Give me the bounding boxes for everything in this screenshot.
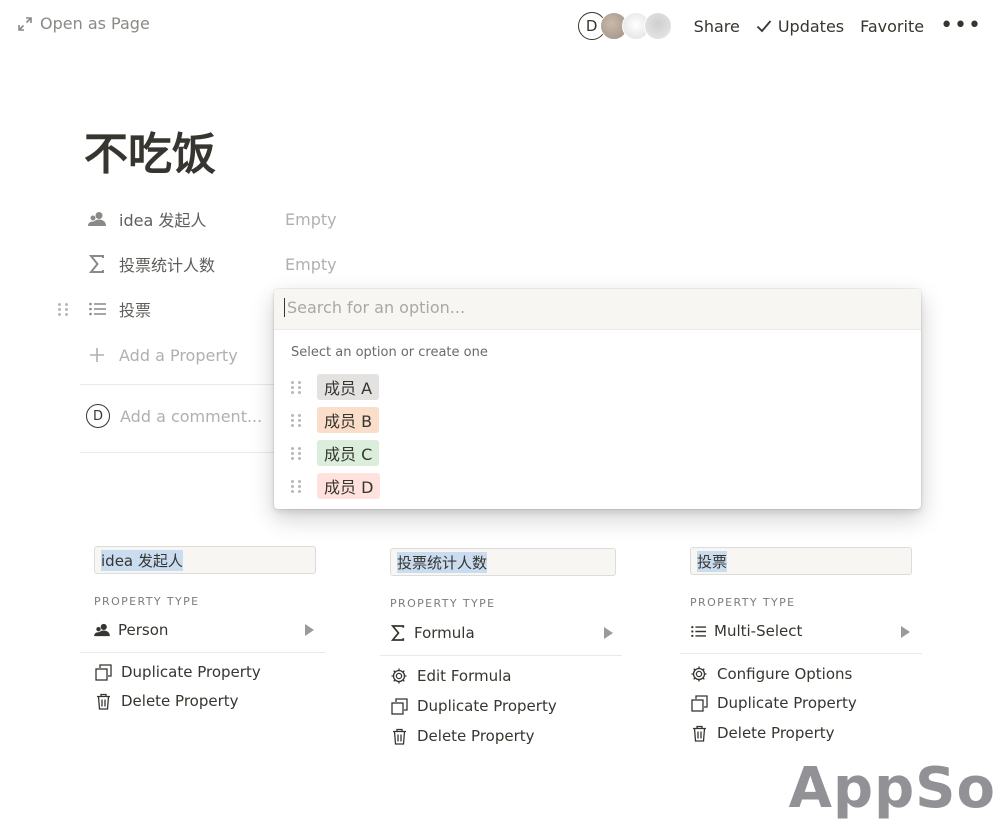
duplicate-icon <box>390 697 408 715</box>
check-icon <box>756 19 772 33</box>
divider <box>380 655 622 656</box>
drag-handle-icon[interactable] <box>291 478 301 494</box>
drag-handle-icon[interactable] <box>291 412 301 428</box>
property-type-select[interactable]: Multi-Select <box>690 622 802 640</box>
avatar[interactable] <box>643 12 672 40</box>
drag-handle-icon[interactable] <box>58 301 68 317</box>
watermark-logo: AppSo <box>788 756 996 821</box>
divider <box>680 653 922 654</box>
option-tag[interactable]: 成员 D <box>317 473 381 499</box>
duplicate-property-button[interactable]: Duplicate Property <box>690 694 857 712</box>
option-tag[interactable]: 成员 A <box>317 374 380 400</box>
topbar-actions: D Share Updates Favorite ••• <box>577 12 982 40</box>
sigma-icon <box>390 625 406 641</box>
comment-input[interactable]: Add a comment... <box>120 407 262 426</box>
property-type-label: PROPERTY TYPE <box>390 597 496 610</box>
plus-icon <box>88 346 106 364</box>
divider <box>80 452 280 453</box>
avatar: D <box>86 404 110 428</box>
option-search-field[interactable]: Search for an option... <box>274 289 921 330</box>
dropdown-hint: Select an option or create one <box>291 345 488 360</box>
property-editor-formula: 投票统计人数 <box>390 548 616 576</box>
drag-handle-icon[interactable] <box>291 379 301 395</box>
divider <box>80 652 325 653</box>
property-editor-multi-select: 投票 <box>690 547 912 575</box>
property-row-vote[interactable]: 投票 <box>88 294 285 324</box>
property-row-idea-initiator[interactable]: idea 发起人 Empty <box>88 204 337 234</box>
property-name-input[interactable]: 投票统计人数 <box>390 548 616 576</box>
property-type-value: Person <box>118 621 169 639</box>
property-row-vote-count[interactable]: 投票统计人数 Empty <box>88 249 337 279</box>
chevron-right-icon[interactable] <box>901 626 910 638</box>
property-type-select[interactable]: Formula <box>390 624 475 642</box>
property-type-select[interactable]: Person <box>94 621 168 639</box>
property-name-input[interactable]: 投票 <box>690 547 912 575</box>
chevron-right-icon[interactable] <box>305 624 314 636</box>
delete-property-button[interactable]: Delete Property <box>690 724 835 742</box>
option-tag[interactable]: 成员 C <box>317 440 380 466</box>
trash-icon <box>690 724 708 742</box>
trash-icon <box>94 692 112 710</box>
property-name-input[interactable]: idea 发起人 <box>94 546 316 574</box>
option-tag[interactable]: 成员 B <box>317 407 380 433</box>
share-button[interactable]: Share <box>694 17 740 36</box>
property-editor-person: idea 发起人 <box>94 546 316 574</box>
property-type-label: PROPERTY TYPE <box>690 596 796 609</box>
open-as-page-label: Open as Page <box>40 14 150 33</box>
gear-icon <box>390 667 408 685</box>
duplicate-icon <box>690 694 708 712</box>
property-name[interactable]: 投票 <box>119 297 285 321</box>
favorite-button[interactable]: Favorite <box>860 17 924 36</box>
add-property-label: Add a Property <box>119 345 238 365</box>
chevron-right-icon[interactable] <box>604 627 613 639</box>
property-type-value: Formula <box>414 624 475 642</box>
page-title[interactable]: 不吃饭 <box>84 118 216 182</box>
delete-property-button[interactable]: Delete Property <box>94 692 239 710</box>
expand-icon <box>18 16 32 31</box>
drag-handle-icon[interactable] <box>291 445 301 461</box>
option-dropdown: Search for an option... Select an option… <box>274 289 921 509</box>
duplicate-icon <box>94 663 112 681</box>
person-icon <box>94 622 110 638</box>
add-property-button[interactable]: Add a Property <box>88 340 238 370</box>
property-name[interactable]: 投票统计人数 <box>119 252 285 276</box>
list-icon <box>88 300 106 318</box>
property-type-label: PROPERTY TYPE <box>94 595 200 608</box>
duplicate-property-button[interactable]: Duplicate Property <box>94 663 261 681</box>
sigma-icon <box>88 255 106 273</box>
collaborator-avatars[interactable]: D <box>577 12 672 40</box>
more-options-icon[interactable]: ••• <box>940 15 982 37</box>
gear-icon <box>690 665 708 683</box>
option-search-input[interactable]: Search for an option... <box>284 298 465 317</box>
list-icon <box>690 623 706 639</box>
updates-label: Updates <box>777 16 845 36</box>
open-as-page-button[interactable]: Open as Page <box>18 14 150 33</box>
edit-formula-button[interactable]: Edit Formula <box>390 667 511 685</box>
property-value[interactable]: Empty <box>285 210 337 229</box>
divider <box>80 384 280 385</box>
option-item[interactable]: 成员 C <box>291 440 380 466</box>
trash-icon <box>390 727 408 745</box>
option-item[interactable]: 成员 D <box>291 473 381 499</box>
option-item[interactable]: 成员 A <box>291 374 380 400</box>
property-name[interactable]: idea 发起人 <box>119 207 285 231</box>
duplicate-property-button[interactable]: Duplicate Property <box>390 697 557 715</box>
option-item[interactable]: 成员 B <box>291 407 380 433</box>
updates-button[interactable]: Updates <box>756 17 844 36</box>
configure-options-button[interactable]: Configure Options <box>690 665 852 683</box>
delete-property-button[interactable]: Delete Property <box>390 727 535 745</box>
property-type-value: Multi-Select <box>714 622 803 640</box>
person-icon <box>88 210 106 228</box>
property-value[interactable]: Empty <box>285 255 337 274</box>
comment-row[interactable]: D Add a comment... <box>86 404 262 428</box>
